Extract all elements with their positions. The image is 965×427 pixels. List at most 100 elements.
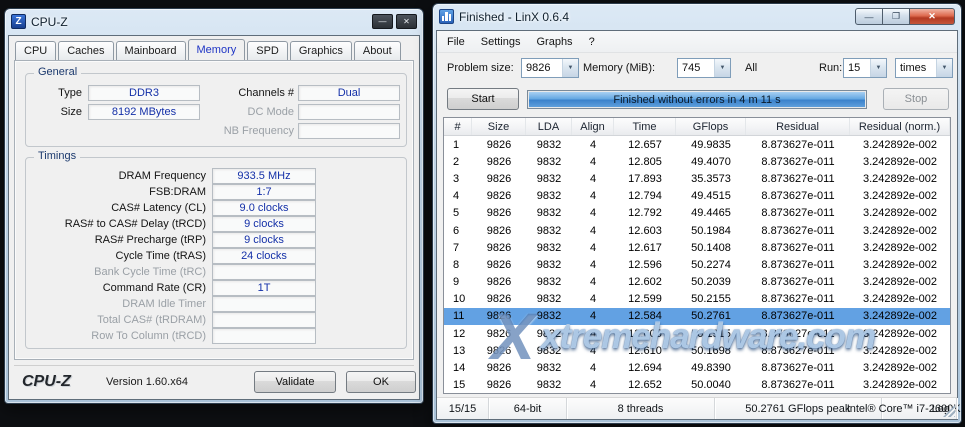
menu-item[interactable]: File bbox=[439, 33, 473, 51]
menu-item[interactable]: ? bbox=[581, 33, 603, 51]
close-icon[interactable]: ✕ bbox=[396, 14, 417, 29]
cell-time: 12.652 bbox=[614, 379, 676, 391]
cpuz-titlebar[interactable]: Z CPU-Z — ✕ bbox=[5, 9, 423, 34]
cell-lda: 9832 bbox=[526, 207, 572, 219]
cpuz-tab[interactable]: SPD bbox=[247, 41, 288, 60]
column-header[interactable]: LDA bbox=[526, 118, 572, 135]
cell-size: 9826 bbox=[472, 173, 526, 185]
run-count-value: 15 bbox=[844, 59, 870, 77]
column-header[interactable]: Residual (norm.) bbox=[850, 118, 950, 135]
column-header[interactable]: Residual bbox=[746, 118, 850, 135]
column-header[interactable]: Align bbox=[572, 118, 614, 135]
table-row[interactable]: 7 9826 9832 4 12.617 50.1408 8.873627e-0… bbox=[444, 239, 950, 256]
cpuz-logo: CPU-Z bbox=[22, 373, 71, 391]
validate-button[interactable]: Validate bbox=[254, 371, 336, 393]
cell-residual-norm: 3.242892e-002 bbox=[850, 225, 950, 237]
cell-align: 4 bbox=[572, 139, 614, 151]
timing-label: DRAM Frequency bbox=[30, 170, 206, 182]
cpuz-tab[interactable]: Mainboard bbox=[116, 41, 186, 60]
cpuz-tab[interactable]: Caches bbox=[58, 41, 113, 60]
cell-residual-norm: 3.242892e-002 bbox=[850, 190, 950, 202]
menu-item[interactable]: Graphs bbox=[528, 33, 580, 51]
all-option[interactable]: All bbox=[745, 62, 757, 74]
memory-type-value: DDR3 bbox=[88, 85, 200, 101]
timing-value: 9 clocks bbox=[212, 216, 316, 232]
column-header[interactable]: Size bbox=[472, 118, 526, 135]
timing-value: 24 clocks bbox=[212, 248, 316, 264]
stop-button[interactable]: Stop bbox=[883, 88, 949, 110]
chevron-down-icon[interactable]: ▼ bbox=[714, 59, 730, 77]
timing-label: Row To Column (tRCD) bbox=[30, 330, 206, 342]
table-row[interactable]: 6 9826 9832 4 12.603 50.1984 8.873627e-0… bbox=[444, 222, 950, 239]
column-header[interactable]: Time bbox=[614, 118, 676, 135]
general-groupbox: General Type DDR3 Channels # Dual Size 8… bbox=[25, 73, 407, 147]
table-row[interactable]: 4 9826 9832 4 12.794 49.4515 8.873627e-0… bbox=[444, 188, 950, 205]
cpuz-tab[interactable]: Memory bbox=[188, 39, 246, 60]
table-header: #SizeLDAAlignTimeGFlopsResidualResidual … bbox=[444, 118, 950, 136]
cell-time: 12.805 bbox=[614, 156, 676, 168]
menu-item[interactable]: Settings bbox=[473, 33, 529, 51]
cell-time: 12.603 bbox=[614, 225, 676, 237]
cell-residual: 8.873627e-011 bbox=[746, 173, 850, 185]
timing-label: FSB:DRAM bbox=[30, 186, 206, 198]
table-row[interactable]: 13 9826 9832 4 12.610 50.1698 8.873627e-… bbox=[444, 342, 950, 359]
chevron-down-icon[interactable]: ▼ bbox=[870, 59, 886, 77]
cpuz-footer: CPU-Z Version 1.60.x64 Validate OK bbox=[14, 365, 414, 395]
cell-index: 15 bbox=[444, 379, 472, 391]
cpuz-tab[interactable]: Graphics bbox=[290, 41, 352, 60]
table-row[interactable]: 5 9826 9832 4 12.792 49.4465 8.873627e-0… bbox=[444, 205, 950, 222]
chevron-down-icon[interactable]: ▼ bbox=[936, 59, 952, 77]
cell-residual-norm: 3.242892e-002 bbox=[850, 207, 950, 219]
cell-index: 7 bbox=[444, 242, 472, 254]
size-label: Size bbox=[30, 106, 82, 118]
menubar: FileSettingsGraphs? bbox=[437, 31, 957, 53]
chevron-down-icon[interactable]: ▼ bbox=[562, 59, 578, 77]
cell-time: 12.584 bbox=[614, 310, 676, 322]
column-header[interactable]: # bbox=[444, 118, 472, 135]
run-units-select[interactable]: times ▼ bbox=[895, 58, 953, 78]
table-row[interactable]: 10 9826 9832 4 12.599 50.2155 8.873627e-… bbox=[444, 291, 950, 308]
nb-frequency-label: NB Frequency bbox=[202, 125, 294, 137]
version-text: Version 1.60.x64 bbox=[106, 376, 188, 388]
column-header[interactable]: GFlops bbox=[676, 118, 746, 135]
cell-residual: 8.873627e-011 bbox=[746, 379, 850, 391]
close-icon[interactable]: ✕ bbox=[910, 8, 955, 25]
memory-select[interactable]: 745 ▼ bbox=[677, 58, 731, 78]
table-row[interactable]: 14 9826 9832 4 12.694 49.8390 8.873627e-… bbox=[444, 359, 950, 376]
problem-size-select[interactable]: 9826 ▼ bbox=[521, 58, 579, 78]
cell-residual: 8.873627e-011 bbox=[746, 190, 850, 202]
linx-titlebar[interactable]: Finished - LinX 0.6.4 — ❐ ✕ bbox=[433, 4, 961, 29]
cpuz-tab[interactable]: CPU bbox=[15, 41, 56, 60]
table-row[interactable]: 9 9826 9832 4 12.602 50.2039 8.873627e-0… bbox=[444, 274, 950, 291]
timing-rows: DRAM Frequency 933.5 MHz FSB:DRAM 1:7 CA… bbox=[26, 168, 406, 344]
table-row[interactable]: 11 9826 9832 4 12.584 50.2761 8.873627e-… bbox=[444, 308, 950, 325]
maximize-icon[interactable]: ❐ bbox=[883, 8, 910, 25]
table-row[interactable]: 12 9826 9832 4 12.605 50.1915 8.873627e-… bbox=[444, 325, 950, 342]
status-segment: 64-bit bbox=[489, 398, 567, 419]
timing-row: RAS# to CAS# Delay (tRCD) 9 clocks bbox=[26, 216, 406, 232]
table-row[interactable]: 1 9826 9832 4 12.657 49.9835 8.873627e-0… bbox=[444, 136, 950, 153]
table-row[interactable]: 15 9826 9832 4 12.652 50.0040 8.873627e-… bbox=[444, 377, 950, 394]
cell-residual-norm: 3.242892e-002 bbox=[850, 259, 950, 271]
cell-residual-norm: 3.242892e-002 bbox=[850, 139, 950, 151]
table-row[interactable]: 3 9826 9832 4 17.893 35.3573 8.873627e-0… bbox=[444, 170, 950, 187]
memory-size-value: 8192 MBytes bbox=[88, 104, 200, 120]
linx-app-icon bbox=[439, 9, 454, 24]
start-button[interactable]: Start bbox=[447, 88, 519, 110]
cpuz-tab-strip: CPUCachesMainboardMemorySPDGraphicsAbout bbox=[15, 41, 401, 60]
table-row[interactable]: 8 9826 9832 4 12.596 50.2274 8.873627e-0… bbox=[444, 256, 950, 273]
minimize-icon[interactable]: — bbox=[855, 8, 883, 25]
run-count-select[interactable]: 15 ▼ bbox=[843, 58, 887, 78]
cell-size: 9826 bbox=[472, 242, 526, 254]
table-row[interactable]: 2 9826 9832 4 12.805 49.4070 8.873627e-0… bbox=[444, 153, 950, 170]
cell-residual: 8.873627e-011 bbox=[746, 207, 850, 219]
cell-align: 4 bbox=[572, 345, 614, 357]
cell-size: 9826 bbox=[472, 379, 526, 391]
timing-row: Total CAS# (tRDRAM) bbox=[26, 312, 406, 328]
cpuz-tab[interactable]: About bbox=[354, 41, 401, 60]
cpuz-window-title: CPU-Z bbox=[31, 15, 68, 29]
ok-button[interactable]: OK bbox=[346, 371, 416, 393]
cell-gflops: 50.1984 bbox=[676, 225, 746, 237]
minimize-icon[interactable]: — bbox=[372, 14, 393, 29]
status-segment: 8 threads bbox=[567, 398, 715, 419]
